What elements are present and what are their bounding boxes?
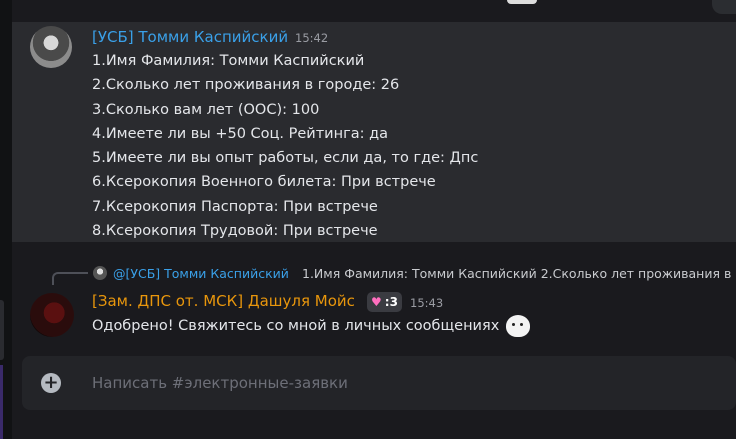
scroll-edge bbox=[0, 300, 4, 360]
message-content: 1.Имя Фамилия: Томми Каспийский 2.Скольк… bbox=[92, 49, 478, 243]
message-timestamp: 15:42 bbox=[295, 31, 329, 45]
sticker-icon bbox=[506, 315, 530, 337]
message-line: 3.Сколько вам лет (ООС): 100 bbox=[92, 101, 320, 118]
message-input[interactable]: Написать #электронные-заявки bbox=[92, 374, 348, 392]
reply-author-mention[interactable]: @[УСБ] Томми Каспийский bbox=[113, 266, 289, 281]
role-badge[interactable]: ♥ :3 bbox=[367, 292, 402, 312]
left-strip bbox=[0, 0, 12, 439]
previous-message-edge bbox=[12, 0, 736, 22]
badge-text: :3 bbox=[384, 295, 398, 309]
previous-attachment-edge bbox=[507, 0, 537, 4]
message-author[interactable]: [УСБ] Томми Каспийский bbox=[92, 28, 288, 46]
previous-message-corner bbox=[712, 0, 736, 14]
message-line: 6.Ксерокопия Военного билета: При встреч… bbox=[92, 174, 436, 191]
message-line: 4.Имеете ли вы +50 Соц. Рейтинга: да bbox=[92, 125, 388, 142]
message-line: 7.Ксерокопия Паспорта: При встрече bbox=[92, 198, 378, 215]
avatar[interactable] bbox=[30, 293, 74, 337]
message-line: 8.Ксерокопия Трудовой: При встрече bbox=[92, 223, 378, 240]
message-line: 5.Имеете ли вы опыт работы, если да, то … bbox=[92, 150, 479, 167]
reply-avatar bbox=[93, 266, 107, 280]
message-timestamp: 15:43 bbox=[410, 296, 444, 310]
message-line: 1.Имя Фамилия: Томми Каспийский bbox=[92, 53, 365, 69]
reply-preview[interactable]: 1.Имя Фамилия: Томми Каспийский 2.Скольк… bbox=[302, 266, 736, 281]
plus-circle-icon[interactable]: + bbox=[41, 373, 61, 393]
message-text: Одобрено! Свяжитесь со мной в личных соо… bbox=[92, 318, 500, 334]
message-line: 2.Сколько лет проживания в городе: 26 bbox=[92, 77, 400, 94]
heart-icon: ♥ bbox=[371, 295, 382, 309]
reply-connector bbox=[52, 272, 88, 285]
avatar[interactable] bbox=[30, 26, 72, 68]
message-author[interactable]: [Зам. ДПС от. МСК] Дашуля Мойс bbox=[92, 292, 355, 310]
left-accent bbox=[0, 365, 3, 439]
